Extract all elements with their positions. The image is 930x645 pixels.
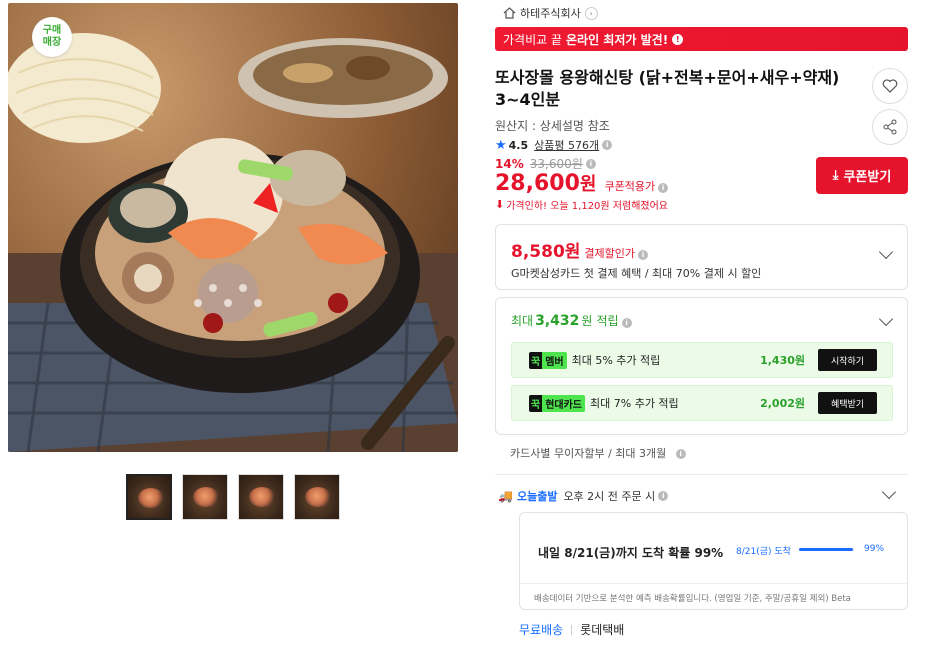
delivery-brand: 오늘출발 xyxy=(516,490,558,503)
thumbnail-4[interactable] xyxy=(294,474,340,520)
thumbnail-2[interactable] xyxy=(182,474,228,520)
points-prefix: 최대 xyxy=(511,314,534,328)
points-box: 최대 3,432 원 적립 i 꾹 멤버 최대 5% 추가 적립 1,430원 … xyxy=(495,297,908,435)
tag-name: 멤버 xyxy=(542,351,567,369)
info-icon[interactable]: i xyxy=(602,140,613,150)
seller-name: 하테주식회사 xyxy=(520,7,581,20)
rating-score: 4.5 xyxy=(508,138,529,152)
coupon-button[interactable]: ⤓ 쿠폰받기 xyxy=(816,157,908,194)
card-tag: 꾹 현대카드 xyxy=(529,394,586,412)
payment-discount-box[interactable]: 8,580원 결제할인가 i G마켓삼성카드 첫 결제 혜택 / 최대 70% … xyxy=(495,224,908,290)
info-icon[interactable]: ! xyxy=(672,33,684,45)
points-unit: 원 xyxy=(581,314,593,328)
lowest-price-banner[interactable]: 가격비교 끝 온라인 최저가 발견! ! xyxy=(495,27,908,51)
installment-text: 카드사별 무이자할부 / 최대 3개월 xyxy=(510,447,667,460)
download-icon: ⤓ xyxy=(832,168,839,183)
info-icon[interactable]: i xyxy=(675,449,686,459)
heart-icon xyxy=(882,79,898,93)
info-icon[interactable]: i xyxy=(658,183,669,193)
delivery-cutoff: 오후 2시 전 주문 시 xyxy=(563,490,656,503)
points-amount: 3,432 xyxy=(535,313,580,329)
benefit-amount: 1,430원 xyxy=(760,354,805,367)
wishlist-button[interactable] xyxy=(872,68,908,104)
coupon-price-label: 쿠폰적용가 xyxy=(604,180,656,193)
sale-price: 28,600 xyxy=(495,171,580,196)
coupon-button-label: 쿠폰받기 xyxy=(843,170,892,185)
payment-amount-row: 8,580원 결제할인가 i xyxy=(511,237,649,262)
price-drop-note: ⬇ 가격인하! 오늘 1,120원 저렴해졌어요 xyxy=(495,197,668,212)
price-unit: 원 xyxy=(579,174,597,195)
product-title: 또사장몰 용왕해신탕 (닭+전복+문어+새우+약재) 3~4인분 xyxy=(495,68,840,109)
info-icon[interactable]: i xyxy=(638,250,649,260)
share-button[interactable] xyxy=(872,109,908,145)
share-icon xyxy=(883,119,897,135)
divider xyxy=(495,474,908,475)
price-row: 28,600 원 쿠폰적용가 i xyxy=(495,170,669,196)
store-purchase-badge: 구매 매장 xyxy=(32,17,72,57)
payment-amount: 8,580원 xyxy=(511,242,581,262)
chevron-down-icon[interactable] xyxy=(881,484,897,500)
chevron-down-icon[interactable] xyxy=(878,311,894,327)
info-icon[interactable]: i xyxy=(621,318,632,328)
free-shipping: 무료배송 xyxy=(519,623,564,637)
thumbnail-list xyxy=(126,474,340,520)
divider xyxy=(571,624,573,635)
tag-name: 현대카드 xyxy=(542,394,586,412)
arrow-down-icon: ⬇ xyxy=(495,198,505,211)
get-benefit-button[interactable]: 혜택받기 xyxy=(818,392,877,414)
banner-highlight: 온라인 최저가 발견! xyxy=(566,32,669,47)
installment-info: 카드사별 무이자할부 / 최대 3개월 i xyxy=(510,445,686,461)
benefit-amount: 2,002원 xyxy=(760,397,805,410)
eta-main: 내일 8/21(금)까지 도착 확률 99% xyxy=(538,546,724,560)
product-photo-illustration xyxy=(8,33,458,452)
benefit-text: 최대 7% 추가 적립 xyxy=(590,397,679,410)
carrier-name: 롯데택배 xyxy=(580,623,625,637)
tag-logo: 꾹 xyxy=(529,351,543,369)
star-icon: ★ xyxy=(495,137,507,153)
membership-tag: 꾹 멤버 xyxy=(529,351,567,369)
benefit-row-card: 꾹 현대카드 최대 7% 추가 적립 2,002원 혜택받기 xyxy=(511,385,893,421)
info-icon[interactable]: i xyxy=(585,158,596,169)
payment-label: 결제할인가 xyxy=(584,247,636,260)
product-main-image[interactable]: 구매 매장 xyxy=(8,3,458,452)
delivery-header: 🚚 오늘출발 오후 2시 전 주문 시 i xyxy=(498,488,669,504)
home-icon xyxy=(503,7,516,19)
thumbnail-3[interactable] xyxy=(238,474,284,520)
reviews-link[interactable]: 상품평 576개 xyxy=(534,137,599,153)
points-header: 최대 3,432 원 적립 i xyxy=(511,312,632,329)
origin-info: 원산지 : 상세설명 참조 xyxy=(495,119,610,133)
eta-date: 8/21(금) 도착 xyxy=(736,547,791,557)
eta-progress-bar xyxy=(799,548,854,551)
benefit-row-membership: 꾹 멤버 최대 5% 추가 적립 1,430원 시작하기 xyxy=(511,342,893,378)
tag-logo: 꾹 xyxy=(529,394,543,412)
banner-prefix: 가격비교 끝 xyxy=(503,32,563,47)
shipping-row: 무료배송 롯데택배 xyxy=(519,621,624,638)
discount-percent: 14% xyxy=(495,156,524,171)
eta-percent: 99% xyxy=(864,544,885,554)
payment-desc: G마켓삼성카드 첫 결제 혜택 / 최대 70% 결제 시 할인 xyxy=(511,267,762,280)
seller-link[interactable]: 하테주식회사 › xyxy=(503,5,598,21)
truck-icon: 🚚 xyxy=(498,489,513,503)
delivery-eta-box: 내일 8/21(금)까지 도착 확률 99% 8/21(금) 도착 99% 배송… xyxy=(519,512,908,610)
chevron-right-icon: › xyxy=(584,6,598,20)
start-button[interactable]: 시작하기 xyxy=(818,349,877,371)
eta-progress-fill xyxy=(799,548,854,551)
eta-footnote: 배송데이터 기반으로 분석한 예측 배송확률입니다. (영업일 기준, 주말/공… xyxy=(534,594,851,604)
thumbnail-1[interactable] xyxy=(126,474,172,520)
price-drop-text: 가격인하! 오늘 1,120원 저렴해졌어요 xyxy=(506,201,668,212)
points-suffix: 적립 xyxy=(596,314,619,328)
benefit-text: 최대 5% 추가 적립 xyxy=(571,354,661,367)
chevron-down-icon[interactable] xyxy=(878,244,894,260)
rating-row: ★ 4.5 상품평 576개 i xyxy=(495,137,613,153)
divider xyxy=(520,583,907,584)
info-icon[interactable]: i xyxy=(658,491,669,501)
